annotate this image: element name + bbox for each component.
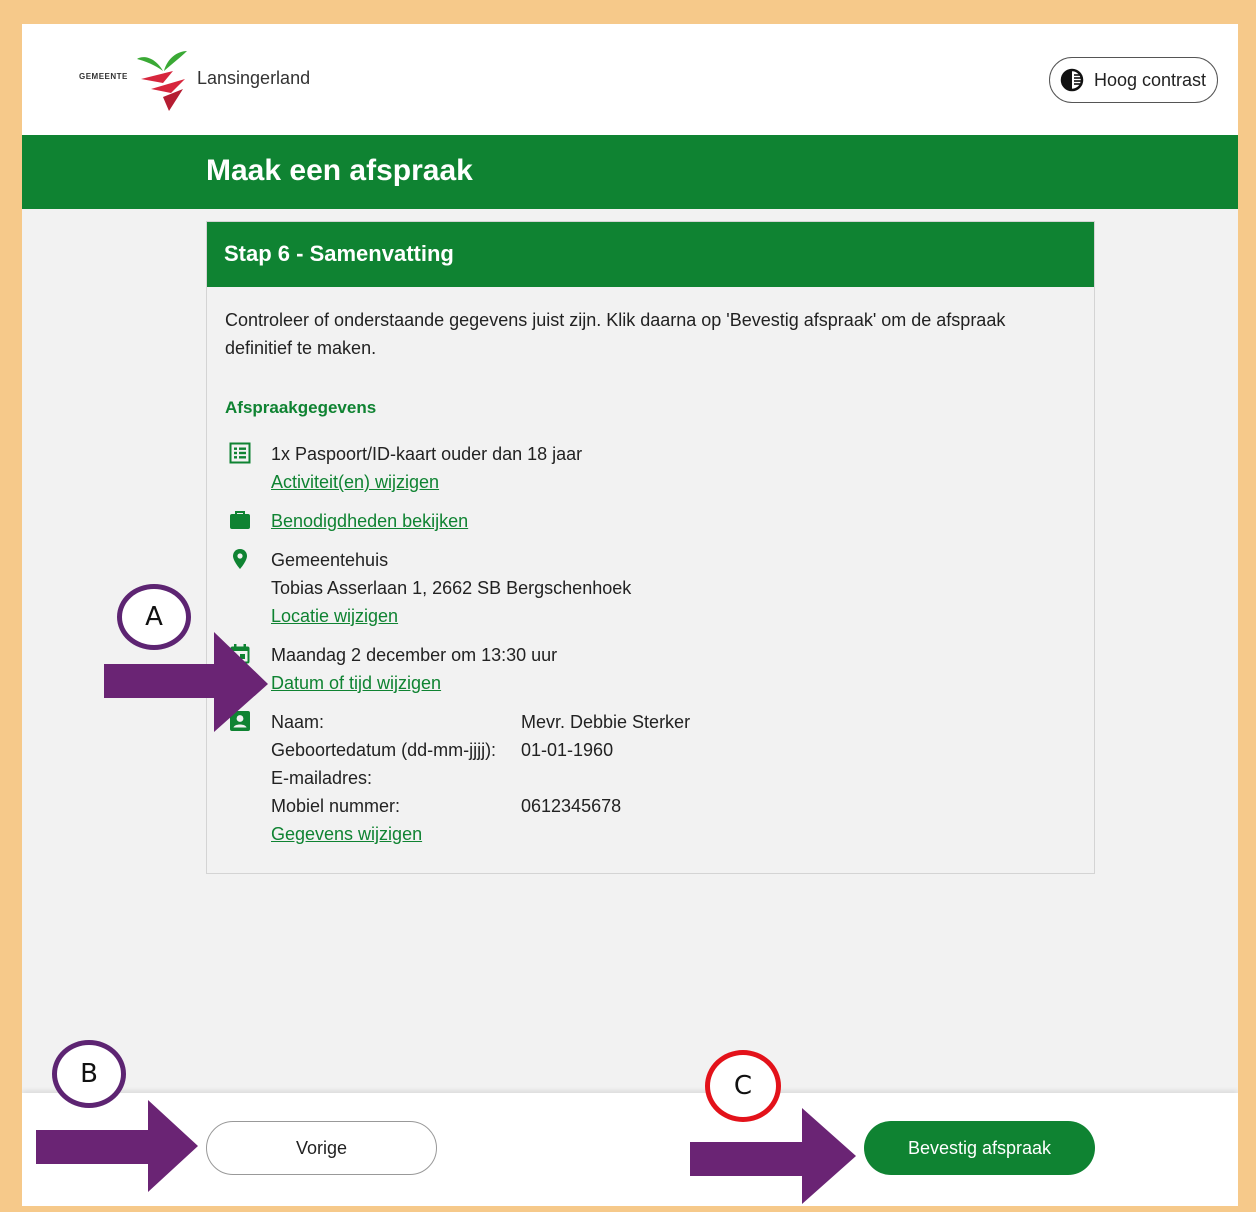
- section-title: Afspraakgegevens: [225, 398, 377, 417]
- high-contrast-button[interactable]: Hoog contrast: [1049, 57, 1218, 103]
- app-frame: GEMEENTE Lansingerland Hoog contrast Maa…: [22, 24, 1238, 1206]
- summary-card: Stap 6 - Samenvatting Controleer of onde…: [206, 221, 1095, 874]
- person-row: Naam: Mevr. Debbie Sterker Geboortedatum…: [225, 708, 1025, 850]
- activity-text: 1x Paspoort/ID-kaart ouder dan 18 jaar: [271, 444, 583, 464]
- confirm-appointment-button[interactable]: Bevestig afspraak: [864, 1121, 1095, 1175]
- person-birthdate-value: 01-01-1960: [521, 740, 614, 760]
- person-name-row: Naam: Mevr. Debbie Sterker: [271, 708, 911, 736]
- person-email-label: E-mailadres:: [271, 768, 373, 788]
- person-phone-row: Mobiel nummer: 0612345678: [271, 792, 911, 820]
- person-email-row: E-mailadres:: [271, 764, 911, 792]
- requirements-row: Benodigdheden bekijken: [225, 507, 1025, 537]
- annotation-arrow-c-icon: [690, 1108, 856, 1204]
- person-name-value: Mevr. Debbie Sterker: [521, 712, 691, 732]
- person-name-label: Naam:: [271, 712, 325, 732]
- footer-bar: Vorige Bevestig afspraak: [22, 1093, 1238, 1206]
- annotation-arrow-a-icon: [104, 632, 268, 732]
- change-activity-link[interactable]: Activiteit(en) wijzigen: [271, 468, 582, 496]
- person-phone-value: 0612345678: [521, 796, 622, 816]
- previous-button[interactable]: Vorige: [206, 1121, 437, 1175]
- person-phone-label: Mobiel nummer:: [271, 796, 401, 816]
- annotation-arrow-b-icon: [36, 1100, 198, 1192]
- datetime-text: Maandag 2 december om 13:30 uur: [271, 645, 558, 665]
- activity-row: 1x Paspoort/ID-kaart ouder dan 18 jaar A…: [225, 440, 1025, 498]
- list-icon: [229, 442, 251, 464]
- briefcase-icon: [230, 511, 250, 529]
- change-location-link[interactable]: Locatie wijzigen: [271, 602, 631, 630]
- change-details-link[interactable]: Gegevens wijzigen: [271, 820, 911, 848]
- municipality-logo[interactable]: GEMEENTE Lansingerland: [79, 49, 339, 113]
- contrast-icon: [1060, 68, 1084, 92]
- intro-text: Controleer of onderstaande gegevens juis…: [225, 310, 1006, 358]
- step-title: Stap 6 - Samenvatting: [207, 222, 1094, 287]
- change-datetime-link[interactable]: Datum of tijd wijzigen: [271, 669, 557, 697]
- logo-name: Lansingerland: [197, 68, 311, 88]
- site-header: GEMEENTE Lansingerland Hoog contrast: [22, 24, 1238, 135]
- annotation-marker-b: B: [52, 1040, 126, 1108]
- datetime-row: Maandag 2 december om 13:30 uur Datum of…: [225, 641, 1025, 699]
- requirements-link[interactable]: Benodigdheden bekijken: [271, 507, 468, 535]
- high-contrast-label: Hoog contrast: [1094, 69, 1207, 90]
- page-title: Maak een afspraak: [206, 154, 473, 187]
- location-pin-icon: [233, 549, 247, 569]
- person-birthdate-row: Geboortedatum (dd-mm-jjjj): 01-01-1960: [271, 736, 911, 764]
- location-row: Gemeentehuis Tobias Asserlaan 1, 2662 SB…: [225, 546, 1025, 632]
- location-name: Gemeentehuis: [271, 550, 389, 570]
- location-address: Tobias Asserlaan 1, 2662 SB Bergschenhoe…: [271, 578, 632, 598]
- person-birthdate-label: Geboortedatum (dd-mm-jjjj):: [271, 740, 497, 760]
- logo-prefix: GEMEENTE: [79, 72, 128, 81]
- page-banner: Maak een afspraak: [22, 135, 1238, 209]
- logo-mark-icon: [137, 51, 187, 111]
